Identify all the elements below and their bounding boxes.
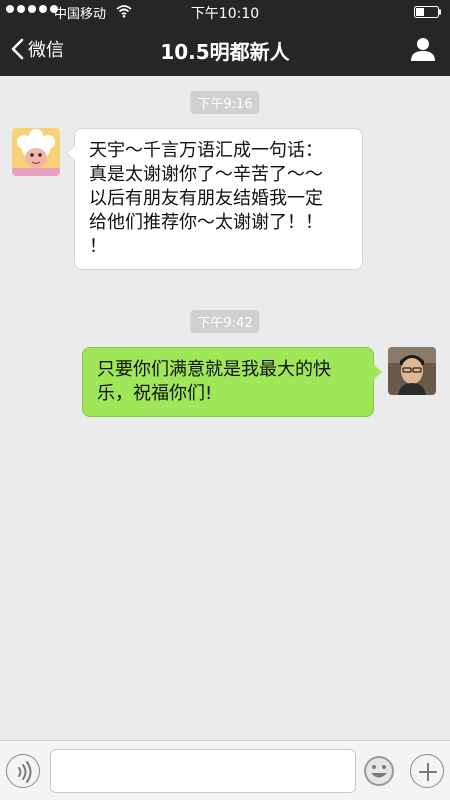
plus-icon [419,763,437,781]
sent-message-bubble[interactable]: 只要你们满意就是我最大的快 乐，祝福你们! [82,347,382,417]
voice-icon [18,761,32,783]
message-line: 乐，祝福你们! [97,383,213,404]
sheep-avatar-icon [12,128,60,176]
person-icon[interactable] [410,36,436,62]
chat-area[interactable]: 下午9:16 天宇～千言万语汇成一句话： 真是太谢谢你了～辛苦了～～ 以后有朋友… [0,76,450,740]
my-avatar[interactable] [388,347,436,395]
status-bar: 中国移动 下午10:10 [0,0,450,24]
battery-icon [414,6,441,18]
status-time: 下午10:10 [190,6,260,22]
message-line: 只要你们满意就是我最大的快 [97,359,331,380]
message-line: 真是太谢谢你了～辛苦了～～ [89,164,323,185]
message-line: 给他们推荐你～太谢谢了！！ [89,212,323,233]
timestamp-badge: 下午9:42 [190,310,260,333]
user-photo-avatar-icon [388,347,436,395]
plus-button[interactable] [410,754,444,788]
timestamp-badge: 下午9:16 [190,91,260,114]
emoji-icon [364,756,394,786]
sender-avatar[interactable] [12,128,60,176]
input-bar [0,740,450,800]
top-bar: 中国移动 下午10:10 微信 10.5明都新人 [0,0,450,76]
message-input[interactable] [50,749,356,793]
voice-button[interactable] [6,754,40,788]
received-message-bubble[interactable]: 天宇～千言万语汇成一句话： 真是太谢谢你了～辛苦了～～ 以后有朋友有朋友结婚我一… [66,128,363,270]
message-line: ！ [89,236,107,257]
message-line: 以后有朋友有朋友结婚我一定 [89,188,323,209]
emoji-button[interactable] [362,754,396,788]
navigation-bar: 微信 10.5明都新人 [0,24,450,76]
message-line: 天宇～千言万语汇成一句话： [89,140,323,161]
chat-title: 10.5明都新人 [160,40,290,64]
